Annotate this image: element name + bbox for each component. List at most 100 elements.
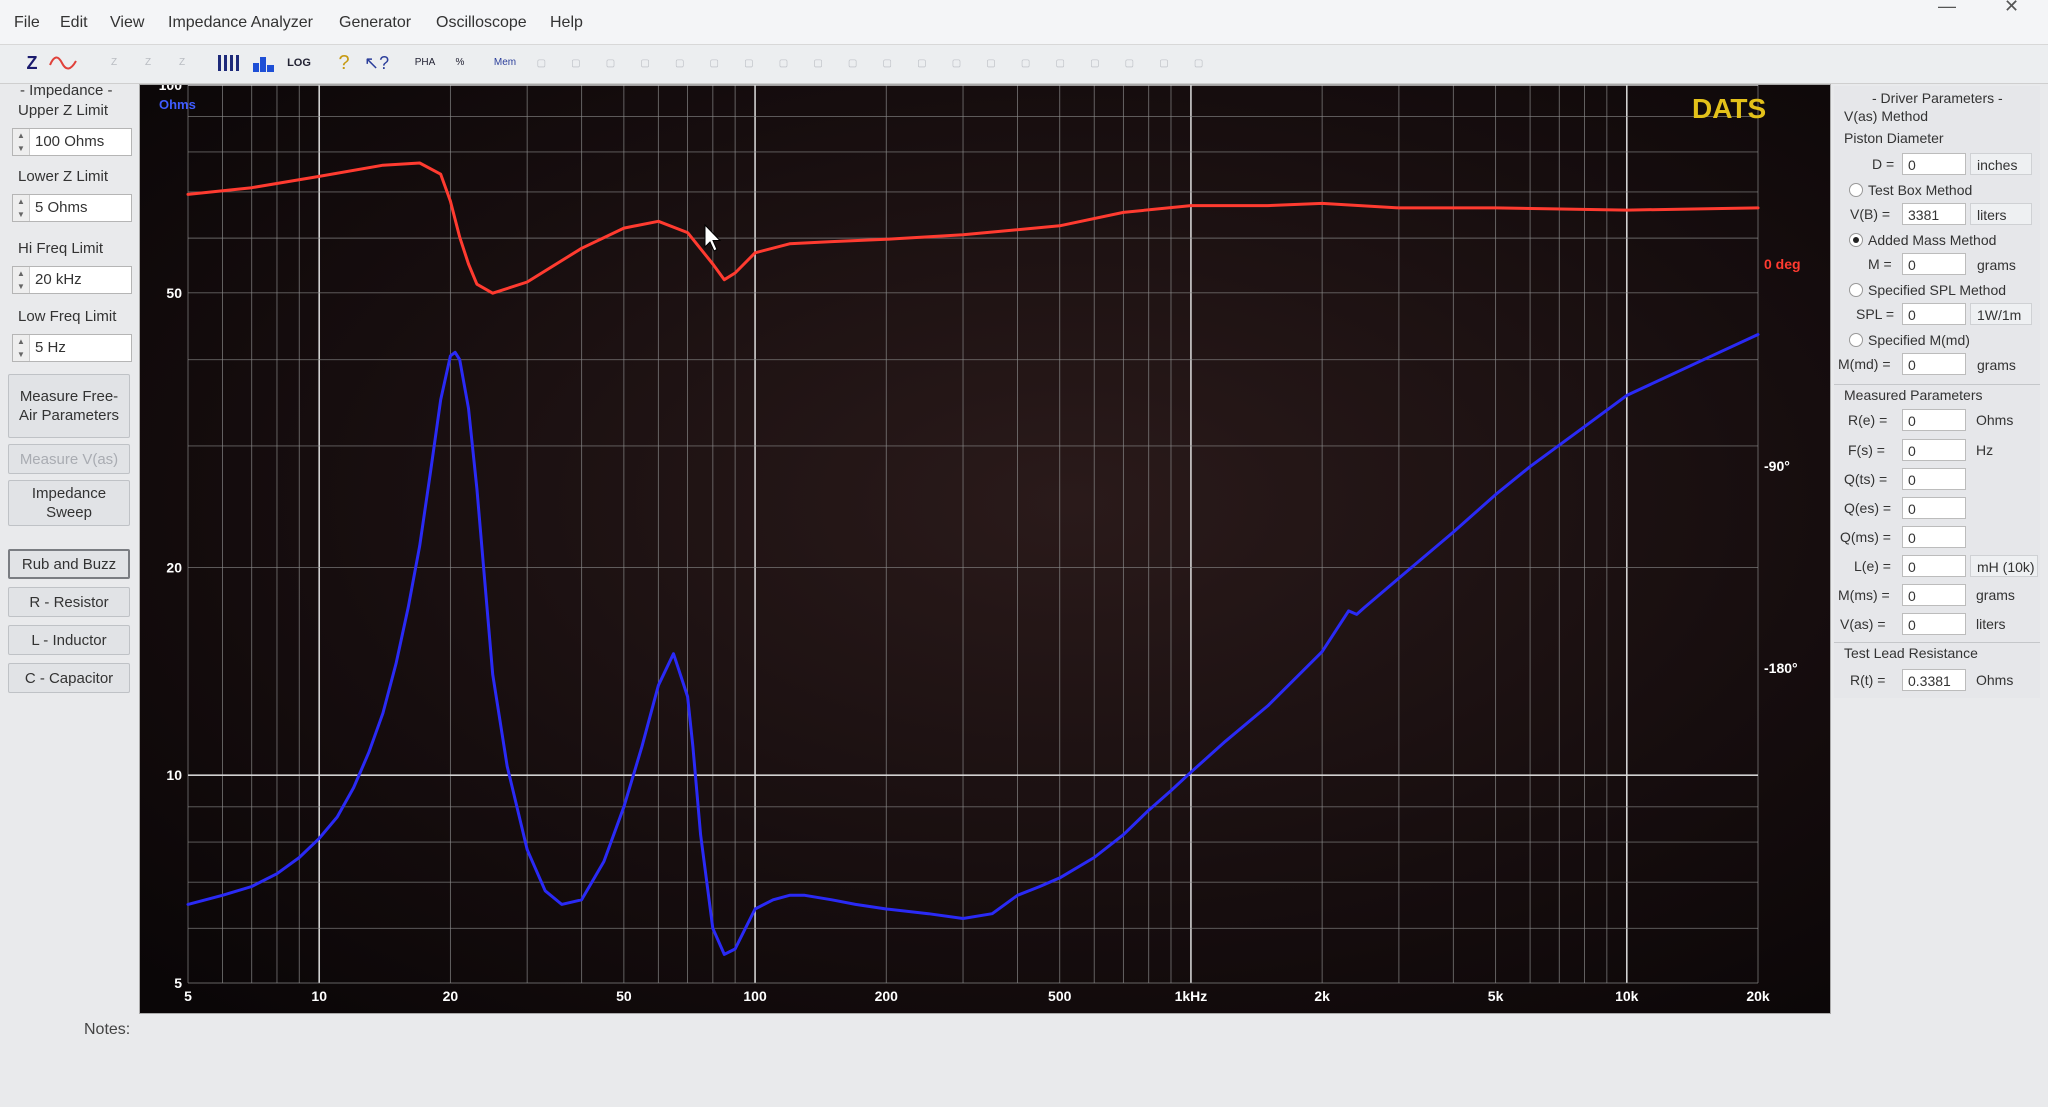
low-freq-limit-spinner[interactable]: ▲ ▼ 5 Hz bbox=[12, 334, 132, 362]
toolbar-ratio-icon[interactable]: % bbox=[446, 51, 474, 75]
menu-file[interactable]: File bbox=[14, 14, 40, 32]
lower-z-limit-value: 5 Ohms bbox=[35, 199, 88, 216]
low-freq-limit-value: 5 Hz bbox=[35, 339, 66, 356]
re-value: 0 bbox=[1902, 409, 1966, 431]
added-mass-label: Added Mass Method bbox=[1868, 232, 1997, 248]
menu-view[interactable]: View bbox=[110, 14, 144, 32]
bars-glyph bbox=[218, 55, 239, 71]
measure-free-air-button[interactable]: Measure Free-Air Parameters bbox=[8, 374, 130, 438]
memory-slot-icon: ▢ bbox=[778, 58, 789, 69]
upper-z-label: Upper Z Limit bbox=[18, 102, 109, 119]
menu-oscilloscope[interactable]: Oscilloscope bbox=[436, 14, 527, 32]
menu-generator[interactable]: Generator bbox=[339, 14, 411, 32]
sine-wave-icon[interactable] bbox=[48, 51, 78, 75]
upper-z-limit-spinner[interactable]: ▲ ▼ 100 Ohms bbox=[12, 128, 132, 156]
specified-mmd-radio[interactable] bbox=[1849, 333, 1863, 347]
le-value: 0 bbox=[1902, 555, 1966, 577]
specified-mmd-label: Specified M(md) bbox=[1868, 332, 1970, 348]
bars-icon[interactable] bbox=[214, 51, 242, 75]
menu-help[interactable]: Help bbox=[550, 14, 583, 32]
rub-and-buzz-button[interactable]: Rub and Buzz bbox=[8, 549, 130, 579]
memory-slots: ▢ ▢ ▢ ▢ ▢ ▢ ▢ ▢ ▢ ▢ ▢ ▢ ▢ ▢ ▢ ▢ ▢ ▢ ▢ ▢ bbox=[530, 57, 1210, 71]
memory-slot-icon: ▢ bbox=[1090, 58, 1100, 69]
specified-spl-radio[interactable] bbox=[1849, 283, 1863, 297]
menu-edit[interactable]: Edit bbox=[60, 14, 88, 32]
memory-slot-icon: ▢ bbox=[1193, 58, 1204, 69]
spl-input[interactable]: 0 bbox=[1902, 303, 1966, 325]
spin-up-icon[interactable]: ▲ bbox=[13, 335, 29, 348]
hi-freq-limit-spinner[interactable]: ▲ ▼ 20 kHz bbox=[12, 266, 132, 294]
d-unit: inches bbox=[1970, 153, 2032, 175]
mmd-input[interactable]: 0 bbox=[1902, 353, 1966, 375]
help-bulb-icon[interactable]: ? bbox=[334, 51, 354, 75]
y-tick-label: 20 bbox=[166, 559, 182, 575]
test-lead-resistance-input[interactable]: 0.3381 bbox=[1902, 669, 1966, 691]
impedance-sweep-button[interactable]: Impedance Sweep bbox=[8, 480, 130, 526]
log-scale-button[interactable]: LOG bbox=[284, 51, 314, 75]
memory-slot-icon: ▢ bbox=[986, 58, 996, 69]
qes-label: Q(es) = bbox=[1844, 500, 1892, 516]
added-mass-radio[interactable] bbox=[1849, 233, 1863, 247]
impedance-plot[interactable]: 5 10 20 50 100 200 500 1kHz 2k 5k 10k 20k 5 10 20 50 100… bbox=[139, 84, 1831, 1014]
upper-z-limit-value: 100 Ohms bbox=[35, 133, 105, 150]
vas-label: V(as) = bbox=[1840, 616, 1886, 632]
piston-diameter-input[interactable]: 0 bbox=[1902, 153, 1966, 175]
context-help-icon[interactable]: ↖? bbox=[364, 51, 389, 75]
spin-up-icon[interactable]: ▲ bbox=[13, 129, 29, 142]
c-capacitor-button[interactable]: C - Capacitor bbox=[8, 663, 130, 693]
x-tick-label: 500 bbox=[1048, 988, 1072, 1004]
section-divider bbox=[1834, 384, 2040, 385]
memory-slot-icon: ▢ bbox=[605, 58, 616, 69]
close-button[interactable]: ✕ bbox=[2004, 0, 2019, 17]
measure-vas-button[interactable]: Measure V(as) bbox=[8, 444, 130, 474]
fs-unit: Hz bbox=[1976, 442, 1994, 458]
x-tick-label: 2k bbox=[1314, 988, 1330, 1004]
spin-down-icon[interactable]: ▼ bbox=[13, 208, 29, 221]
spin-up-icon[interactable]: ▲ bbox=[13, 267, 29, 280]
mms-value: 0 bbox=[1902, 584, 1966, 606]
spin-down-icon[interactable]: ▼ bbox=[13, 142, 29, 155]
spl-unit: 1W/1m bbox=[1970, 303, 2032, 325]
spinner-arrows[interactable]: ▲ ▼ bbox=[13, 195, 30, 221]
r-resistor-button[interactable]: R - Resistor bbox=[8, 587, 130, 617]
x-tick-label: 20 bbox=[443, 988, 459, 1004]
spinner-arrows[interactable]: ▲ ▼ bbox=[13, 335, 30, 361]
lower-z-label: Lower Z Limit bbox=[18, 168, 109, 185]
vb-unit: liters bbox=[1970, 203, 2032, 225]
impedance-mode-button[interactable]: Z bbox=[22, 51, 42, 75]
minimize-button[interactable]: — bbox=[1938, 0, 1956, 17]
mmd-label: M(md) = bbox=[1838, 356, 1891, 372]
added-mass-input[interactable]: 0 bbox=[1902, 253, 1966, 275]
re-unit: Ohms bbox=[1976, 412, 2014, 428]
memory-slot-icon: ▢ bbox=[744, 58, 754, 69]
x-tick-label: 10k bbox=[1615, 988, 1639, 1004]
impedance-group-label: - Impedance - bbox=[20, 82, 113, 99]
histogram-glyph bbox=[253, 57, 274, 72]
lower-z-limit-spinner[interactable]: ▲ ▼ 5 Ohms bbox=[12, 194, 132, 222]
phase-tick-label: -180° bbox=[1764, 660, 1798, 676]
y-tick-label: 100 bbox=[159, 85, 183, 93]
vb-input[interactable]: 3381 bbox=[1902, 203, 1966, 225]
memory-button[interactable]: Mem bbox=[490, 51, 520, 75]
menu-impedance-analyzer[interactable]: Impedance Analyzer bbox=[168, 14, 313, 32]
re-label: R(e) = bbox=[1848, 412, 1888, 428]
memory-slot-icon: ▢ bbox=[640, 58, 650, 69]
histogram-icon[interactable] bbox=[250, 51, 278, 75]
test-box-label: Test Box Method bbox=[1868, 182, 1973, 198]
spinner-arrows[interactable]: ▲ ▼ bbox=[13, 267, 30, 293]
spin-up-icon[interactable]: ▲ bbox=[13, 195, 29, 208]
l-inductor-button[interactable]: L - Inductor bbox=[8, 625, 130, 655]
phase-button[interactable]: PHA bbox=[410, 51, 440, 75]
memory-slot-icon: ▢ bbox=[1055, 58, 1065, 69]
spinner-arrows[interactable]: ▲ ▼ bbox=[13, 129, 30, 155]
mms-unit: grams bbox=[1976, 587, 2015, 603]
vb-label: V(B) = bbox=[1850, 206, 1891, 222]
test-box-radio[interactable] bbox=[1849, 183, 1863, 197]
x-tick-label: 200 bbox=[875, 988, 899, 1004]
phase-tick-label: 0 deg bbox=[1764, 256, 1801, 272]
spin-down-icon[interactable]: ▼ bbox=[13, 280, 29, 293]
qts-value: 0 bbox=[1902, 468, 1966, 490]
dats-logo: DATS bbox=[1692, 93, 1766, 124]
m-unit: grams bbox=[1977, 257, 2016, 273]
spin-down-icon[interactable]: ▼ bbox=[13, 348, 29, 361]
